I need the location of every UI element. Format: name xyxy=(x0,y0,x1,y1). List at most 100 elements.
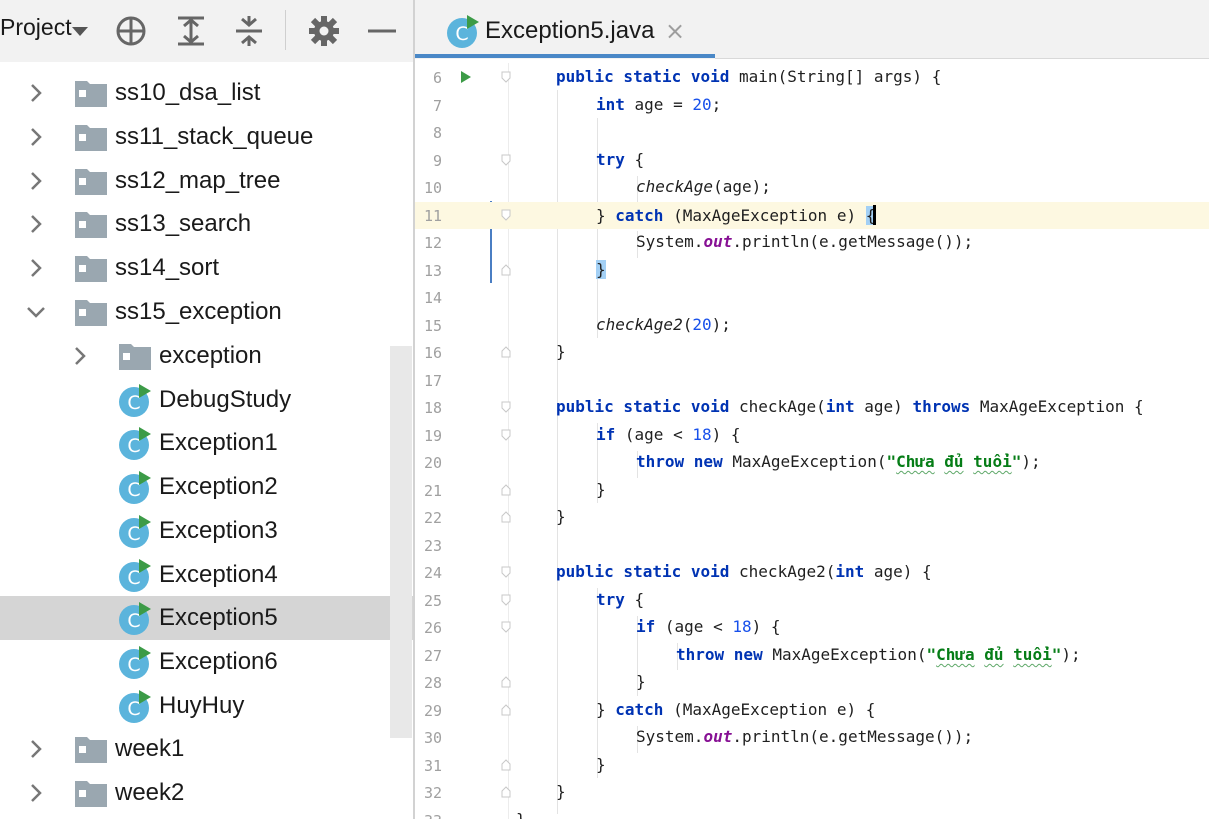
tree-item-exception3[interactable]: C Exception3 xyxy=(0,509,413,553)
tree-item-label: ss14_sort xyxy=(115,254,220,281)
code-text: public static void checkAge(int age) thr… xyxy=(556,397,1144,416)
code-text: } xyxy=(636,672,646,691)
fold-icon[interactable] xyxy=(501,154,511,166)
tree-item-week1[interactable]: week1 xyxy=(0,727,413,771)
line-number: 14 xyxy=(423,289,442,307)
collapse-all-icon[interactable] xyxy=(232,14,266,48)
code-line[interactable]: 22 } xyxy=(415,504,1209,531)
tree-item-ss11-stack-queue[interactable]: ss11_stack_queue xyxy=(0,115,413,159)
code-line[interactable]: 7 int age = 20; xyxy=(415,92,1209,119)
tree-item-exception-package[interactable]: exception xyxy=(0,334,413,378)
line-number: 6 xyxy=(432,69,442,87)
fold-icon[interactable] xyxy=(501,594,511,606)
minimize-icon[interactable] xyxy=(366,14,400,48)
expand-all-icon[interactable] xyxy=(174,14,208,48)
code-line[interactable]: 31 } xyxy=(415,752,1209,779)
chevron-right-icon[interactable] xyxy=(24,781,48,805)
fold-icon[interactable] xyxy=(501,264,511,276)
code-line[interactable]: 21 } xyxy=(415,477,1209,504)
code-line[interactable]: 8 xyxy=(415,119,1209,146)
line-number: 25 xyxy=(423,592,442,610)
code-text: } xyxy=(516,810,526,819)
tree-item-huyhuy[interactable]: C HuyHuy xyxy=(0,684,413,728)
code-line[interactable]: 17 xyxy=(415,367,1209,394)
chevron-right-icon[interactable] xyxy=(24,125,48,149)
svg-text:C: C xyxy=(127,698,140,720)
line-number: 19 xyxy=(423,427,442,445)
project-view-selector[interactable]: Project xyxy=(0,14,72,41)
fold-icon[interactable] xyxy=(501,704,511,716)
code-line[interactable]: 12 System.out.println(e.getMessage()); xyxy=(415,229,1209,256)
code-line[interactable]: 16 } xyxy=(415,339,1209,366)
chevron-right-icon[interactable] xyxy=(24,737,48,761)
tree-item-exception2[interactable]: C Exception2 xyxy=(0,465,413,509)
tree-item-ss15-exception[interactable]: ss15_exception xyxy=(0,290,413,334)
tree-item-debugstudy[interactable]: C DebugStudy xyxy=(0,378,413,422)
tree-item-exception5[interactable]: C Exception5 xyxy=(0,596,413,640)
fold-icon[interactable] xyxy=(501,401,511,413)
tree-item-ss14-sort[interactable]: ss14_sort xyxy=(0,246,413,290)
tree-item-exception1[interactable]: C Exception1 xyxy=(0,421,413,465)
tree-item-exception6[interactable]: C Exception6 xyxy=(0,640,413,684)
code-line[interactable]: 30 System.out.println(e.getMessage()); xyxy=(415,724,1209,751)
chevron-right-icon[interactable] xyxy=(24,212,48,236)
folder-icon xyxy=(75,212,107,238)
fold-icon[interactable] xyxy=(501,786,511,798)
code-line[interactable]: 25 try { xyxy=(415,587,1209,614)
close-icon[interactable]: × xyxy=(665,17,685,45)
code-line[interactable]: 33 } xyxy=(415,807,1209,819)
run-icon[interactable] xyxy=(461,71,471,83)
fold-icon[interactable] xyxy=(501,484,511,496)
chevron-down-icon[interactable] xyxy=(72,27,88,36)
tree-item-label: Exception4 xyxy=(159,561,278,588)
gear-icon[interactable] xyxy=(307,14,341,48)
tree-item-label: HuyHuy xyxy=(159,692,245,719)
tab-exception5-java[interactable]: C Exception5.java × xyxy=(415,0,715,59)
code-line[interactable]: 9 try { xyxy=(415,147,1209,174)
fold-icon[interactable] xyxy=(501,621,511,633)
active-tab-indicator xyxy=(415,54,715,58)
code-line[interactable]: 15 checkAge2(20); xyxy=(415,312,1209,339)
tree-item-exception4[interactable]: C Exception4 xyxy=(0,553,413,597)
fold-icon[interactable] xyxy=(501,346,511,358)
code-line[interactable]: 6 public static void main(String[] args)… xyxy=(415,64,1209,91)
code-line[interactable]: 20 throw new MaxAgeException("Chưa đủ tu… xyxy=(415,449,1209,476)
code-line[interactable]: 13 } xyxy=(415,257,1209,284)
tree-item-ss10-dsa-list[interactable]: ss10_dsa_list xyxy=(0,71,413,115)
chevron-right-icon[interactable] xyxy=(24,169,48,193)
fold-icon[interactable] xyxy=(501,759,511,771)
chevron-down-icon[interactable] xyxy=(24,300,48,324)
code-editor[interactable]: C Exception5.java × 6 public static void… xyxy=(415,0,1209,819)
fold-icon[interactable] xyxy=(501,429,511,441)
code-line[interactable]: 27 throw new MaxAgeException("Chưa đủ tu… xyxy=(415,642,1209,669)
code-line[interactable]: 18 public static void checkAge(int age) … xyxy=(415,394,1209,421)
code-line[interactable]: 26 if (age < 18) { xyxy=(415,614,1209,641)
tree-item-week2[interactable]: week2 xyxy=(0,771,413,815)
line-number: 12 xyxy=(423,234,442,252)
fold-icon[interactable] xyxy=(501,71,511,83)
fold-icon[interactable] xyxy=(501,566,511,578)
code-line[interactable]: 24 public static void checkAge2(int age)… xyxy=(415,559,1209,586)
code-line[interactable]: 23 xyxy=(415,532,1209,559)
code-line[interactable]: 28 } xyxy=(415,669,1209,696)
tree-item-ss12-map-tree[interactable]: ss12_map_tree xyxy=(0,159,413,203)
line-number: 28 xyxy=(423,674,442,692)
line-number: 31 xyxy=(423,757,442,775)
code-line[interactable]: 14 xyxy=(415,284,1209,311)
code-line[interactable]: 10 checkAge(age); xyxy=(415,174,1209,201)
chevron-right-icon[interactable] xyxy=(24,81,48,105)
fold-icon[interactable] xyxy=(501,209,511,221)
code-text: } xyxy=(556,507,566,526)
tree-scrollbar[interactable] xyxy=(390,346,412,738)
folder-icon xyxy=(75,256,107,282)
fold-icon[interactable] xyxy=(501,511,511,523)
chevron-right-icon[interactable] xyxy=(24,256,48,280)
code-line[interactable]: 32 } xyxy=(415,779,1209,806)
fold-icon[interactable] xyxy=(501,676,511,688)
code-line-current[interactable]: 11 } catch (MaxAgeException e) { xyxy=(415,202,1209,229)
code-line[interactable]: 19 if (age < 18) { xyxy=(415,422,1209,449)
chevron-right-icon[interactable] xyxy=(68,344,92,368)
code-line[interactable]: 29 } catch (MaxAgeException e) { xyxy=(415,697,1209,724)
locate-icon[interactable] xyxy=(114,14,148,48)
tree-item-ss13-search[interactable]: ss13_search xyxy=(0,202,413,246)
